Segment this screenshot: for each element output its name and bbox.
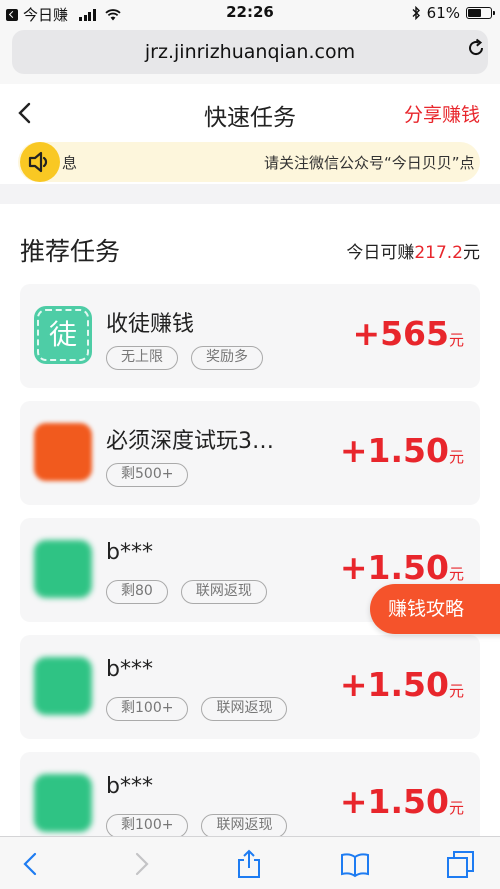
battery-icon	[466, 7, 495, 19]
task-reward-unit: 元	[448, 799, 464, 817]
earn-today: 今日可赚217.2元	[346, 238, 480, 263]
task-list-panel: 推荐任务 今日可赚217.2元 徒 收徒赚钱 无上限 奖励多 +565元 必须深…	[0, 204, 500, 889]
browser-toolbar	[0, 836, 500, 889]
app-icon	[34, 657, 92, 715]
status-bar: 今日赚 22:26 61%	[0, 0, 500, 26]
task-tag: 剩500+	[106, 463, 189, 487]
task-reward-unit: 元	[448, 331, 464, 349]
reload-icon[interactable]	[466, 38, 486, 58]
browser-address-area: jrz.jinrizhuanqian.com	[0, 26, 500, 84]
notice-text: 请关注微信公众号“今日贝贝”点	[264, 154, 475, 172]
task-name: 必须深度试玩3…	[106, 429, 274, 454]
task-reward: +1.50元	[340, 431, 464, 470]
task-reward-amount: +1.50	[339, 548, 449, 587]
task-reward-amount: +1.50	[339, 665, 449, 704]
task-tag: 剩100+	[106, 814, 189, 838]
task-tag: 剩100+	[106, 697, 189, 721]
earn-today-amount: 217.2	[414, 243, 463, 263]
task-card[interactable]: b*** 剩100+ 联网返现 +1.50元	[20, 635, 480, 739]
task-reward-amount: +1.50	[339, 431, 449, 470]
task-tag: 联网返现	[180, 580, 267, 604]
task-name: 收徒赚钱	[106, 312, 195, 337]
bluetooth-icon	[412, 6, 420, 20]
task-reward-unit: 元	[448, 565, 464, 583]
share-icon[interactable]	[234, 849, 264, 879]
task-tag: 联网返现	[201, 697, 288, 721]
task-tag: 奖励多	[191, 346, 263, 370]
money-guide-button[interactable]: 赚钱攻略	[370, 584, 500, 634]
speaker-icon	[20, 142, 60, 182]
task-card[interactable]: 必须深度试玩3… 剩500+ +1.50元	[20, 401, 480, 505]
task-reward: +1.50元	[340, 548, 464, 587]
app-icon	[34, 540, 92, 598]
task-reward-amount: +1.50	[339, 782, 449, 821]
apprentice-icon: 徒	[34, 306, 92, 364]
task-reward-amount: +565	[352, 314, 449, 353]
notice-text-fragment: 息	[62, 154, 78, 172]
earn-today-prefix: 今日可赚	[346, 243, 415, 263]
forward-icon[interactable]	[126, 849, 156, 879]
task-reward: +565元	[352, 314, 464, 353]
task-tag: 剩80	[106, 580, 168, 604]
task-name: b***	[106, 657, 153, 682]
address-bar[interactable]: jrz.jinrizhuanqian.com	[12, 30, 488, 74]
task-reward: +1.50元	[340, 665, 464, 704]
notice-bar[interactable]: 息 请关注微信公众号“今日贝贝”点	[18, 142, 480, 182]
app-icon	[34, 423, 92, 481]
task-name: b***	[106, 540, 153, 565]
section-title: 推荐任务	[20, 237, 121, 266]
task-tag: 无上限	[106, 346, 178, 370]
url-text: jrz.jinrizhuanqian.com	[144, 41, 356, 63]
task-card[interactable]: 徒 收徒赚钱 无上限 奖励多 +565元	[20, 284, 480, 388]
task-reward-unit: 元	[448, 682, 464, 700]
task-tag: 联网返现	[201, 814, 288, 838]
back-icon[interactable]	[16, 849, 46, 879]
earn-today-unit: 元	[463, 243, 480, 263]
battery-percent: 61%	[426, 4, 460, 22]
task-name: b***	[106, 774, 153, 799]
apprentice-icon-char: 徒	[37, 309, 89, 361]
task-reward-unit: 元	[448, 448, 464, 466]
bookmarks-icon[interactable]	[340, 849, 370, 879]
share-earn-link[interactable]: 分享赚钱	[404, 100, 480, 127]
tabs-icon[interactable]	[446, 849, 476, 879]
app-icon	[34, 774, 92, 832]
task-reward: +1.50元	[340, 782, 464, 821]
notice-section: 息 请关注微信公众号“今日贝贝”点	[0, 142, 500, 184]
page-header: 快速任务 分享赚钱	[0, 84, 500, 142]
